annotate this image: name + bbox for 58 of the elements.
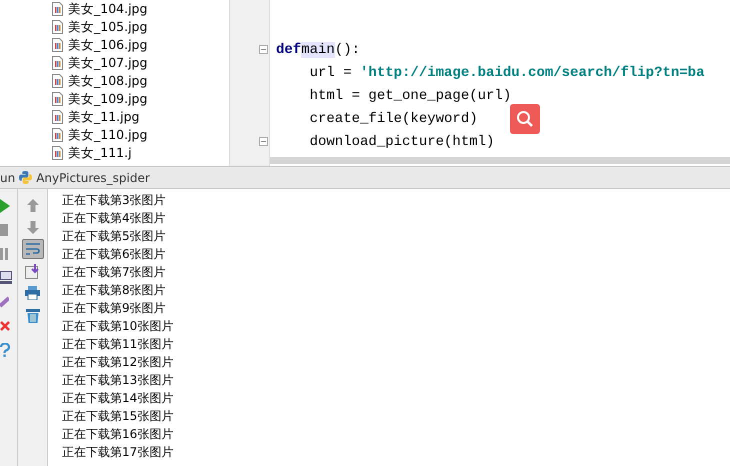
fold-marker-icon[interactable] — [259, 45, 268, 54]
console-line: 正在下载第8张图片 — [62, 282, 167, 299]
image-file-icon — [52, 20, 63, 34]
file-name[interactable]: 美女_105.jpg — [68, 18, 148, 36]
image-file-icon — [52, 146, 63, 160]
layout-icon — [0, 271, 12, 285]
fold-marker-icon[interactable] — [259, 137, 268, 146]
search-button[interactable] — [510, 104, 540, 134]
console-line: 正在下载第4张图片 — [62, 210, 167, 227]
console-line: 正在下载第11张图片 — [62, 336, 174, 353]
console-line: 正在下载第12张图片 — [62, 354, 174, 371]
wrap-button[interactable] — [22, 239, 44, 259]
soft-wrap-icon — [24, 242, 40, 256]
image-file-icon — [52, 128, 63, 142]
console-line: 正在下载第13张图片 — [62, 372, 174, 389]
close-icon — [0, 321, 10, 331]
code-line: defmain(): — [276, 42, 360, 58]
console-line: 正在下载第5张图片 — [62, 228, 167, 245]
console-line: 正在下载第3张图片 — [62, 192, 167, 209]
file-name[interactable]: 美女_11.jpg — [68, 108, 140, 126]
file-name[interactable]: 美女_104.jpg — [68, 0, 148, 18]
image-file-icon — [52, 56, 63, 70]
file-name[interactable]: 美女_110.jpg — [68, 126, 148, 144]
python-logo-icon — [19, 171, 32, 184]
trash-icon — [26, 308, 40, 322]
code-line: html = get_one_page(url) — [308, 88, 512, 104]
scroll-to-end-icon — [24, 264, 40, 278]
file-name[interactable]: 美女_111.j — [68, 144, 132, 162]
pause-icon — [0, 248, 8, 260]
image-file-icon — [52, 92, 63, 106]
run-configuration-name[interactable]: AnyPictures_spider — [36, 170, 150, 184]
panel-title: un — [0, 170, 16, 184]
code-line: download_picture(html) — [308, 134, 494, 150]
horizontal-scrollbar[interactable] — [270, 157, 730, 164]
file-name[interactable]: 美女_108.jpg — [68, 72, 148, 90]
code-line: url = 'http://image.baidu.com/search/flip?tn=ba — [308, 64, 704, 80]
console-line: 正在下载第14张图片 — [62, 390, 174, 407]
console-line: 正在下载第10张图片 — [62, 318, 174, 335]
console-line: 正在下载第9张图片 — [62, 300, 167, 317]
help-icon — [0, 343, 10, 357]
run-icon — [0, 199, 10, 213]
image-file-icon — [52, 110, 63, 124]
file-name[interactable]: 美女_106.jpg — [68, 36, 148, 54]
image-file-icon — [52, 74, 63, 88]
code-line: create_file(keyword) — [308, 110, 478, 126]
image-file-icon — [52, 38, 63, 52]
stop-icon — [0, 224, 8, 236]
search-icon — [516, 110, 534, 128]
console-line: 正在下载第17张图片 — [62, 444, 174, 461]
file-name[interactable]: 美女_109.jpg — [68, 90, 148, 108]
printer-icon — [25, 286, 40, 300]
arrow-down-icon — [26, 220, 38, 234]
console-line: 正在下载第15张图片 — [62, 408, 174, 425]
console-line: 正在下载第7张图片 — [62, 264, 167, 281]
console-line: 正在下载第6张图片 — [62, 246, 167, 263]
file-name[interactable]: 美女_107.jpg — [68, 54, 148, 72]
console-line: 正在下载第16张图片 — [62, 426, 174, 443]
arrow-up-icon — [26, 198, 38, 212]
